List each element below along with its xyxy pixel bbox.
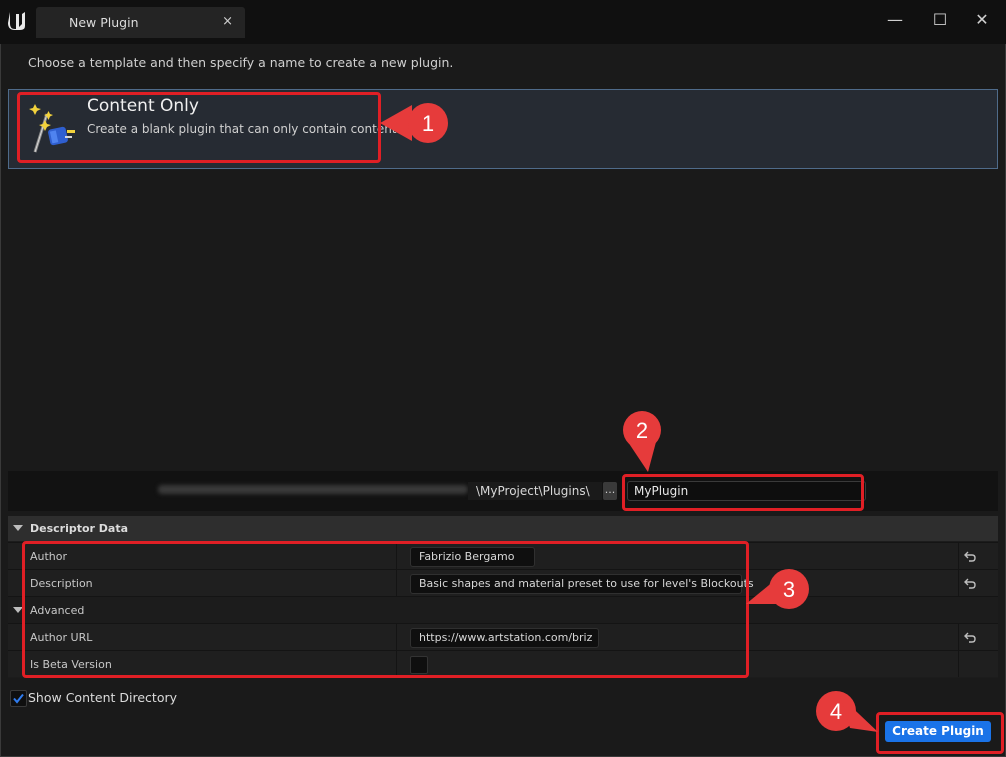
instruction-text: Choose a template and then specify a nam… bbox=[28, 55, 454, 70]
column-divider bbox=[958, 624, 959, 650]
template-item-content-only[interactable]: Content Only Create a blank plugin that … bbox=[8, 89, 998, 169]
column-divider[interactable] bbox=[396, 624, 397, 650]
collapse-arrow-icon[interactable] bbox=[13, 607, 23, 613]
advanced-group-header[interactable]: Advanced bbox=[8, 596, 998, 623]
plugin-name-input[interactable]: MyPlugin bbox=[627, 481, 866, 501]
redacted-path bbox=[158, 485, 468, 494]
section-title: Descriptor Data bbox=[30, 522, 129, 535]
annotation-marker-3: 3 bbox=[746, 569, 809, 609]
show-content-label: Show Content Directory bbox=[28, 690, 177, 705]
annotation-number-3: 3 bbox=[783, 577, 795, 602]
magic-wand-icon bbox=[29, 104, 75, 153]
property-row-beta: Is Beta Version bbox=[8, 650, 998, 677]
show-content-checkbox[interactable] bbox=[10, 690, 27, 707]
tab-close-icon[interactable]: × bbox=[222, 14, 233, 29]
checkmark-icon bbox=[13, 693, 24, 704]
column-divider[interactable] bbox=[396, 570, 397, 596]
description-label: Description bbox=[30, 577, 93, 590]
collapse-arrow-icon[interactable] bbox=[13, 525, 23, 531]
template-name: Content Only bbox=[87, 96, 199, 116]
minimize-button[interactable]: — bbox=[885, 10, 905, 30]
create-plugin-button[interactable]: Create Plugin bbox=[885, 721, 991, 742]
annotation-number-1: 1 bbox=[422, 111, 434, 136]
column-divider[interactable] bbox=[396, 543, 397, 569]
beta-version-checkbox[interactable] bbox=[410, 656, 428, 674]
annotation-number-4: 4 bbox=[830, 699, 842, 724]
template-description: Create a blank plugin that can only cont… bbox=[87, 122, 401, 136]
beta-version-label: Is Beta Version bbox=[30, 658, 112, 671]
title-bar: New Plugin × — ☐ ✕ bbox=[0, 0, 1006, 44]
author-url-input[interactable]: https://www.artstation.com/briz bbox=[410, 628, 599, 648]
description-input[interactable]: Basic shapes and material preset to use … bbox=[410, 574, 754, 594]
annotation-number-2: 2 bbox=[636, 418, 648, 443]
column-divider bbox=[958, 570, 959, 596]
author-input[interactable]: Fabrizio Bergamo bbox=[410, 547, 535, 567]
column-divider bbox=[958, 543, 959, 569]
plugin-path-text: \MyProject\Plugins\ bbox=[476, 484, 590, 498]
descriptor-data-panel: Descriptor Data Author Fabrizio Bergamo … bbox=[8, 516, 998, 678]
author-label: Author bbox=[30, 550, 68, 563]
annotation-marker-1: 1 bbox=[380, 103, 448, 143]
advanced-label: Advanced bbox=[30, 604, 85, 617]
plugin-path-bar: \MyProject\Plugins\ ... MyPlugin bbox=[8, 471, 998, 511]
property-row-description: Description Basic shapes and material pr… bbox=[8, 569, 998, 596]
reset-to-default-icon[interactable] bbox=[963, 576, 977, 590]
close-button[interactable]: ✕ bbox=[972, 10, 992, 30]
property-row-author-url: Author URL https://www.artstation.com/br… bbox=[8, 623, 998, 650]
column-divider bbox=[958, 651, 959, 677]
maximize-button[interactable]: ☐ bbox=[930, 10, 950, 30]
reset-to-default-icon[interactable] bbox=[963, 549, 977, 563]
property-row-author: Author Fabrizio Bergamo bbox=[8, 542, 998, 569]
tab-title: New Plugin bbox=[69, 15, 139, 30]
author-url-label: Author URL bbox=[30, 631, 93, 644]
reset-to-default-icon[interactable] bbox=[963, 630, 977, 644]
unreal-logo-icon bbox=[8, 12, 25, 30]
descriptor-data-header[interactable]: Descriptor Data bbox=[8, 516, 998, 541]
annotation-marker-4: 4 bbox=[816, 691, 878, 732]
tab-new-plugin[interactable]: New Plugin × bbox=[36, 7, 245, 38]
column-divider[interactable] bbox=[396, 651, 397, 677]
browse-path-button[interactable]: ... bbox=[603, 482, 617, 500]
annotation-marker-2: 2 bbox=[623, 411, 661, 472]
template-list: Content Only Create a blank plugin that … bbox=[8, 89, 998, 467]
